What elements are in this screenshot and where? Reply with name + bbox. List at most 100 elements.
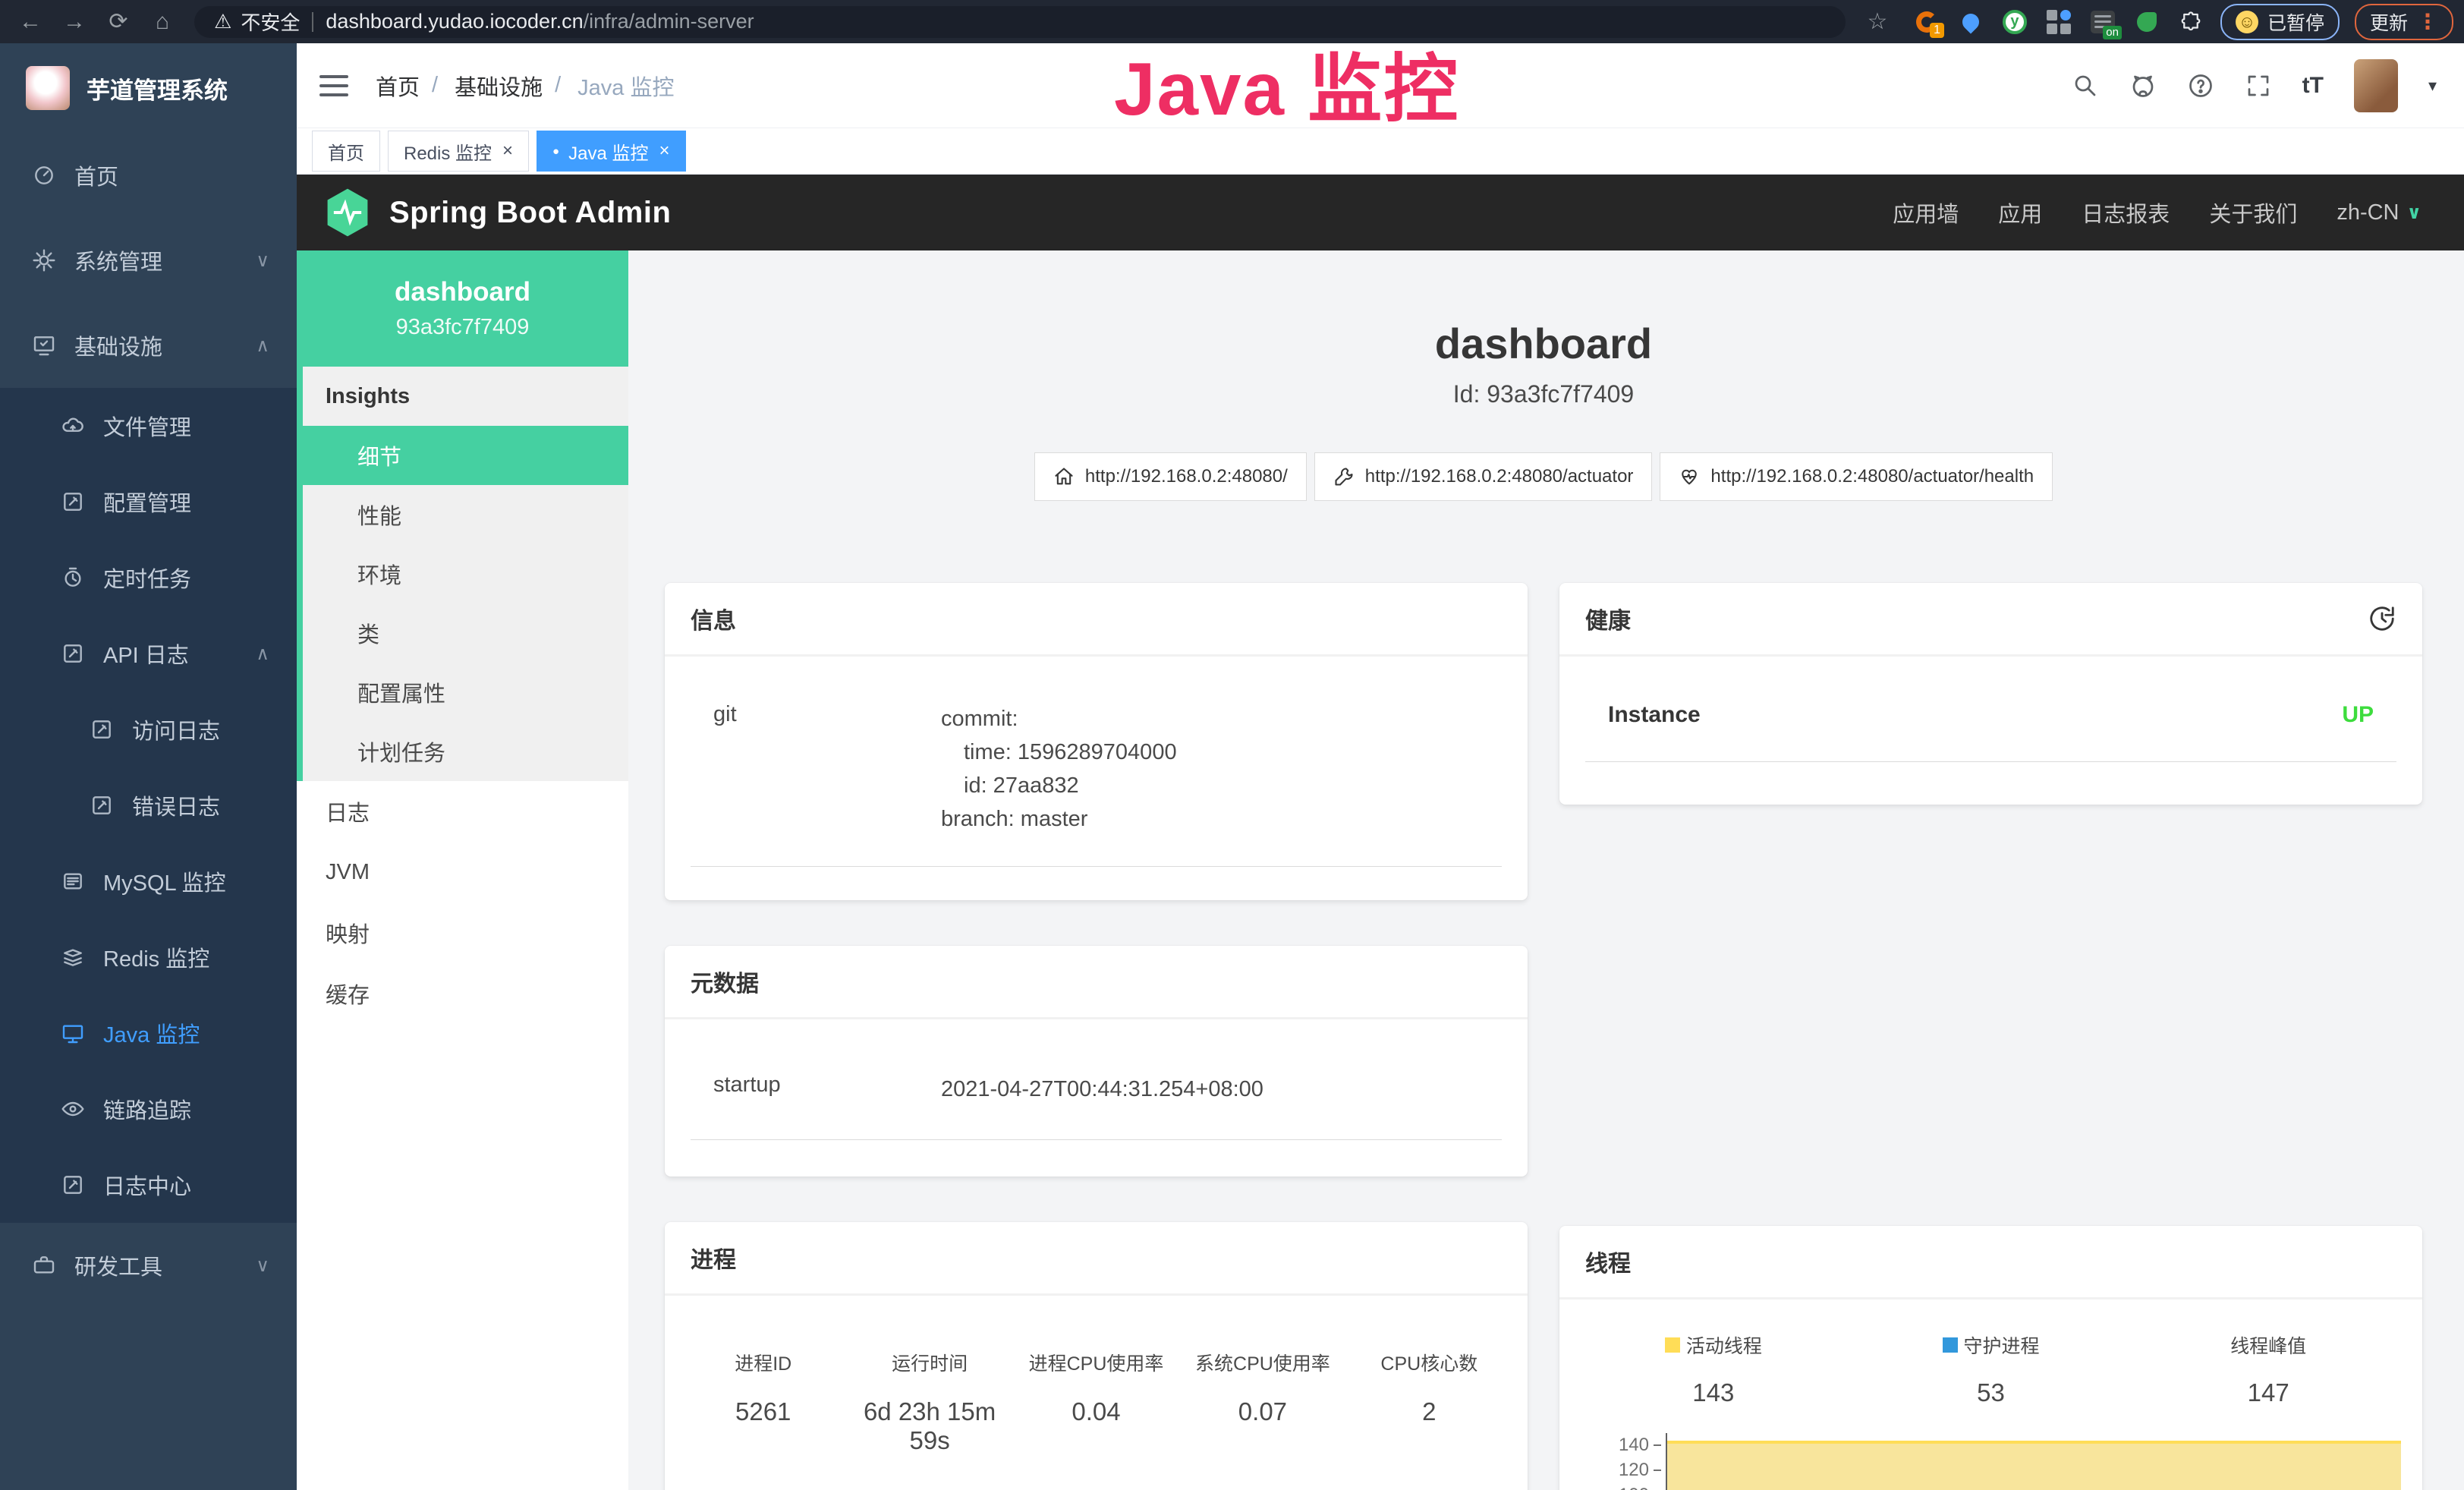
profile-paused-pill[interactable]: ☺ 已暂停: [2220, 4, 2340, 40]
close-icon[interactable]: ×: [502, 140, 513, 162]
sidebar-item-job[interactable]: 定时任务: [0, 540, 297, 616]
header-actions: tT ▾: [2072, 59, 2464, 112]
extensions-puzzle-icon[interactable]: [2176, 8, 2205, 36]
extension-y-icon[interactable]: y: [2000, 8, 2029, 36]
hamburger-icon[interactable]: [297, 75, 371, 96]
sba-brand[interactable]: Spring Boot Admin: [389, 196, 671, 230]
help-icon[interactable]: [2187, 72, 2214, 99]
sba-item-configprops[interactable]: 配置属性: [303, 663, 628, 722]
extension-grid-icon[interactable]: [2044, 8, 2073, 36]
tab-home[interactable]: 首页: [312, 131, 380, 172]
sidebar-item-infra[interactable]: 基础设施 ∧: [0, 303, 297, 388]
address-bar[interactable]: ⚠ 不安全 dashboard.yudao.iocoder.cn /infra/…: [194, 6, 1846, 38]
sba-item-mappings[interactable]: 映射: [297, 903, 628, 963]
extension-on-badge: on: [2103, 26, 2122, 39]
legend-daemon-threads: 守护进程: [1943, 1331, 2040, 1359]
sidebar-item-mysql[interactable]: MySQL 监控: [0, 843, 297, 919]
sba-item-environment[interactable]: 环境: [303, 544, 628, 603]
info-card-header: 信息: [665, 583, 1528, 657]
sba-nav-wallboard[interactable]: 应用墙: [1893, 197, 1959, 228]
sidebar-item-error-log[interactable]: 错误日志: [0, 767, 297, 843]
instance-id: 93a3fc7f7409: [396, 315, 530, 340]
sba-item-logs[interactable]: 日志: [297, 781, 628, 842]
sidebar-item-label: 配置管理: [103, 486, 191, 518]
chevron-up-icon: ∧: [256, 335, 297, 357]
close-icon[interactable]: ×: [659, 140, 669, 162]
chrome-update-button[interactable]: 更新 ⋮: [2355, 4, 2453, 40]
sba-nav-about[interactable]: 关于我们: [2209, 197, 2297, 228]
search-icon[interactable]: [2072, 72, 2099, 99]
sidebar-item-home[interactable]: 首页: [0, 133, 297, 218]
mysql-icon: [61, 869, 85, 893]
legend-value: 147: [2129, 1378, 2407, 1407]
sba-language-select[interactable]: zh-CN ∨: [2337, 200, 2422, 225]
github-icon[interactable]: [2129, 72, 2157, 99]
log-edit-icon: [61, 1173, 85, 1197]
sidebar-item-java[interactable]: Java 监控: [0, 995, 297, 1071]
history-icon[interactable]: [2368, 604, 2396, 633]
sidebar-item-devtools[interactable]: 研发工具 ∨: [0, 1223, 297, 1308]
sba-item-jvm[interactable]: JVM: [297, 842, 628, 903]
sidebar-item-api-log[interactable]: API 日志 ∧: [0, 616, 297, 691]
extension-pin-icon[interactable]: [1956, 8, 1985, 36]
breadcrumb-home[interactable]: 首页: [376, 70, 420, 102]
extension-c-icon[interactable]: 1: [1912, 8, 1941, 36]
breadcrumb-infra[interactable]: 基础设施: [455, 70, 543, 102]
forward-icon[interactable]: →: [55, 9, 94, 35]
sba-item-metrics[interactable]: 性能: [303, 485, 628, 544]
sidebar-item-label: 文件管理: [103, 410, 191, 442]
sidebar-item-redis[interactable]: Redis 监控: [0, 919, 297, 995]
legend-value: 53: [1852, 1378, 2130, 1407]
sba-nav-applications[interactable]: 应用: [1998, 197, 2042, 228]
sidebar-item-label: 链路追踪: [103, 1093, 191, 1125]
instance-header: dashboard 93a3fc7f7409: [297, 250, 628, 367]
browser-menu-icon[interactable]: ⋮: [2417, 9, 2438, 34]
update-label: 更新: [2370, 8, 2408, 36]
sba-nav-journal[interactable]: 日志报表: [2082, 197, 2170, 228]
font-size-icon[interactable]: tT: [2302, 73, 2324, 99]
refresh-icon[interactable]: ⟳: [99, 8, 138, 35]
bookmark-star-icon[interactable]: ☆: [1858, 8, 1897, 35]
spring-boot-admin-logo[interactable]: [324, 187, 371, 238]
toolbox-icon: [32, 1253, 56, 1277]
avatar-caret-icon[interactable]: ▾: [2428, 76, 2437, 96]
url-path[interactable]: /infra/admin-server: [584, 10, 754, 33]
url-host[interactable]: dashboard.yudao.iocoder.cn: [326, 10, 583, 33]
log-edit-icon: [90, 793, 114, 817]
sidebar-item-file[interactable]: 文件管理: [0, 388, 297, 464]
actuator-url-link[interactable]: http://192.168.0.2:48080/actuator: [1314, 452, 1653, 501]
instance-links: http://192.168.0.2:48080/ http://192.168…: [665, 452, 2422, 501]
tab-redis[interactable]: Redis 监控 ×: [388, 131, 529, 172]
sba-item-classes[interactable]: 类: [303, 603, 628, 663]
fullscreen-icon[interactable]: [2245, 72, 2272, 99]
threads-legend: 活动线程 143 守护进程 53: [1575, 1331, 2407, 1407]
tab-label: 首页: [328, 138, 364, 165]
cloud-upload-icon: [61, 414, 85, 438]
sidebar-item-config[interactable]: 配置管理: [0, 464, 297, 540]
link-url: http://192.168.0.2:48080/actuator/health: [1710, 466, 2034, 487]
sba-item-scheduled-tasks[interactable]: 计划任务: [303, 722, 628, 781]
user-avatar[interactable]: [2354, 59, 2398, 112]
health-url-link[interactable]: http://192.168.0.2:48080/actuator/health: [1660, 452, 2053, 501]
card-title: 进程: [691, 1241, 736, 1274]
blue-legend-swatch: [1943, 1337, 1958, 1353]
tab-java[interactable]: ● Java 监控 ×: [537, 131, 685, 172]
sidebar-item-access-log[interactable]: 访问日志: [0, 691, 297, 767]
threads-chart: 140 120 100: [1575, 1430, 2407, 1490]
service-url-link[interactable]: http://192.168.0.2:48080/: [1034, 452, 1307, 501]
extension-switch-icon[interactable]: on: [2088, 8, 2117, 36]
sidebar-item-trace[interactable]: 链路追踪: [0, 1071, 297, 1147]
legend-peak-threads: 线程峰值: [2230, 1331, 2306, 1359]
paused-label: 已暂停: [2267, 8, 2324, 36]
extension-leaf-icon[interactable]: [2132, 8, 2161, 36]
sidebar-item-log-center[interactable]: 日志中心: [0, 1147, 297, 1223]
back-icon[interactable]: ←: [11, 9, 50, 35]
not-secure-label[interactable]: 不安全: [241, 8, 300, 36]
sba-nav: 应用墙 应用 日志报表 关于我们 zh-CN ∨: [1893, 197, 2422, 228]
browser-home-icon[interactable]: ⌂: [143, 9, 182, 35]
chevron-down-icon: ∨: [256, 1255, 297, 1277]
sidebar-item-system[interactable]: 系统管理 ∨: [0, 218, 297, 303]
sba-item-caches[interactable]: 缓存: [297, 963, 628, 1024]
edit-icon: [61, 490, 85, 514]
sba-item-details[interactable]: 细节: [303, 426, 628, 485]
